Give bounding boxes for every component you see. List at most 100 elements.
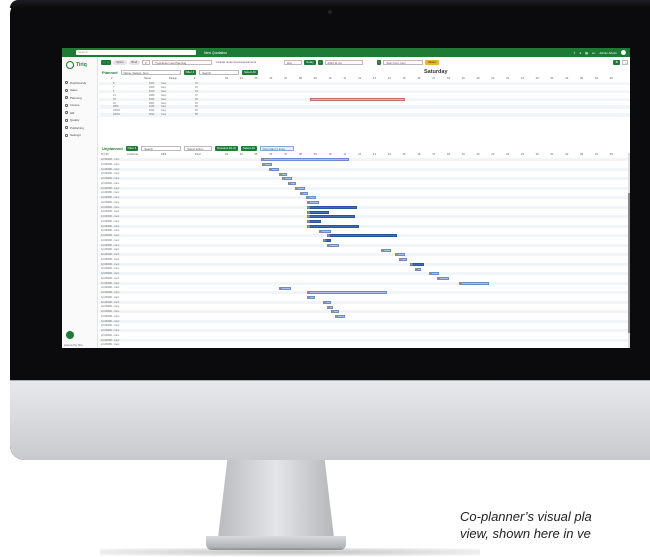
planned-select-all-button[interactable]: Select All bbox=[242, 69, 258, 75]
unplanned-search-input[interactable]: Search bbox=[141, 145, 182, 151]
group-select[interactable]: Name, Design, Item bbox=[120, 69, 181, 75]
unplanned-row[interactable]: 12-000001 - Item bbox=[99, 191, 630, 195]
unplanned-row[interactable]: 12-000001 - Item bbox=[99, 181, 630, 186]
planned-col-header[interactable]: # bbox=[111, 77, 112, 81]
sidebar-item-dashboards[interactable]: Dashboards bbox=[65, 79, 86, 87]
unplanned-col-header[interactable]: Prod bbox=[195, 153, 200, 157]
planned-row[interactable]: 6 1010 Grey 34 bbox=[99, 89, 630, 94]
unplanned-row[interactable]: 12-000001 - Item bbox=[99, 343, 630, 347]
unplanned-row[interactable]: 12-000001 - Item bbox=[99, 286, 630, 290]
unplanned-row[interactable]: 12-000001 - Item bbox=[99, 276, 630, 281]
unplanned-row[interactable]: 12-000001 - Item bbox=[99, 305, 630, 309]
planned-row[interactable]: 9 1001 Grey 13 bbox=[99, 82, 630, 86]
planned-search-input[interactable]: Search bbox=[199, 69, 240, 75]
unplanned-row[interactable]: 12-000001 - Item bbox=[99, 257, 630, 262]
unplanned-row[interactable]: 12-000001 - Item bbox=[99, 248, 630, 252]
task-handle-icon[interactable] bbox=[381, 248, 384, 252]
unplanned-row[interactable]: 12-000001 - Item bbox=[99, 310, 630, 314]
unplanned-row[interactable]: 12-000001 - Item bbox=[99, 238, 630, 243]
planned-filter-button[interactable]: Filter 4 bbox=[183, 69, 197, 75]
unplanned-row[interactable]: 12-000001 - Item bbox=[99, 333, 630, 338]
unplanned-row[interactable]: 12-000001 - Item bbox=[99, 196, 630, 200]
unplanned-task-bar[interactable] bbox=[327, 234, 397, 238]
sidebar-item-quality[interactable]: Quality bbox=[65, 117, 86, 125]
planned-row[interactable]: 16 4001 Grey 20 bbox=[99, 101, 630, 105]
unplanned-row[interactable]: 12-000001 - Item bbox=[99, 162, 630, 167]
app-logo[interactable]: Tiriq bbox=[66, 61, 87, 69]
unplanned-select-all-button[interactable]: Select All bbox=[241, 145, 257, 151]
bell-icon[interactable]: ● bbox=[579, 51, 581, 55]
unplanned-row[interactable]: 12-000001 - Item bbox=[99, 243, 630, 247]
grid-icon[interactable]: ▦ bbox=[585, 51, 588, 55]
unplanned-filter-button[interactable]: Filter 4 bbox=[125, 145, 139, 151]
view-select[interactable]: Day bbox=[284, 60, 303, 65]
task-handle-icon[interactable] bbox=[279, 172, 282, 176]
unplanned-row[interactable]: 12-000001 - Item bbox=[99, 262, 630, 266]
planned-col-header[interactable]: Name bbox=[144, 77, 151, 81]
global-search-input[interactable]: Search bbox=[76, 50, 196, 55]
unplanned-col-header[interactable]: Customer bbox=[127, 153, 138, 157]
unplanned-col-header[interactable]: Tim ID bbox=[101, 153, 109, 157]
planned-row[interactable]: 14 1086 Grey 37 bbox=[99, 93, 630, 98]
help-icon[interactable]: ? bbox=[574, 51, 576, 55]
select-action-dropdown[interactable]: Select action bbox=[184, 145, 213, 151]
task-handle-icon[interactable] bbox=[307, 210, 310, 214]
unplanned-row[interactable]: 12-000001 - Item bbox=[99, 158, 630, 162]
planned-row[interactable]: 2050 2245 Grey 40 bbox=[99, 105, 630, 109]
reset-button[interactable]: Reset bbox=[425, 60, 439, 65]
unplanned-row[interactable]: 12-000001 - Item bbox=[99, 281, 630, 285]
unplanned-task-bar[interactable] bbox=[307, 205, 357, 209]
unplanned-row[interactable]: 12-000001 - Item bbox=[99, 224, 630, 228]
over-plan-button[interactable]: Over plan (1 time) bbox=[259, 145, 294, 151]
unplanned-row[interactable]: 12-000001 - Item bbox=[99, 253, 630, 257]
unplanned-row[interactable]: 12-000001 - Item bbox=[99, 219, 630, 224]
scrollbar-thumb[interactable] bbox=[628, 193, 630, 333]
task-handle-icon[interactable] bbox=[459, 281, 462, 285]
avatar[interactable] bbox=[621, 50, 626, 55]
task-handle-icon[interactable] bbox=[307, 205, 310, 209]
planned-col-header[interactable]: # bbox=[194, 77, 195, 81]
planned-row[interactable]: 10003 3212 Grey 48 bbox=[99, 109, 630, 113]
task-handle-icon[interactable] bbox=[319, 229, 322, 233]
unplanned-task-bar[interactable] bbox=[307, 215, 355, 219]
task-handle-icon[interactable] bbox=[300, 191, 303, 195]
sidebar-item-settings[interactable]: Settings bbox=[65, 132, 86, 140]
unplanned-row[interactable]: 12-000001 - Item bbox=[99, 314, 630, 319]
language-select[interactable]: en bbox=[592, 51, 595, 55]
unplanned-row[interactable]: 12-000001 - Item bbox=[99, 167, 630, 171]
unplanned-row[interactable]: 12-000001 - Item bbox=[99, 186, 630, 190]
new-quotation-link[interactable]: New Quotation bbox=[204, 51, 227, 55]
expand-button[interactable]: □ bbox=[622, 60, 628, 65]
unplanned-row[interactable]: 12-000001 - Item bbox=[99, 215, 630, 219]
task-handle-icon[interactable] bbox=[269, 167, 272, 171]
task-handle-icon[interactable] bbox=[279, 286, 282, 290]
sidebar-item-hr[interactable]: HR bbox=[65, 109, 86, 117]
unplanned-task-bar[interactable] bbox=[459, 281, 489, 285]
user-name[interactable]: Admin Admin bbox=[599, 51, 617, 55]
nav-arrows-button[interactable]: ← → bbox=[101, 60, 112, 65]
task-handle-icon[interactable] bbox=[323, 300, 326, 304]
task-handle-icon[interactable] bbox=[327, 243, 330, 247]
task-handle-icon[interactable] bbox=[327, 305, 330, 309]
unplanned-row[interactable]: 12-000001 - Item bbox=[99, 205, 630, 209]
chat-help-button[interactable] bbox=[66, 331, 74, 339]
deselect-all-button[interactable]: Deselect All (1) bbox=[215, 145, 239, 151]
unplanned-task-bar[interactable] bbox=[307, 210, 329, 214]
planned-row[interactable]: 7 1005 Grey 23 bbox=[99, 85, 630, 90]
unplanned-row[interactable]: 12-000001 - Item bbox=[99, 172, 630, 176]
sidebar-item-invoice[interactable]: Invoice bbox=[65, 102, 86, 110]
date-input[interactable]: 2020-11-20 bbox=[324, 60, 363, 65]
unplanned-row[interactable]: 12-000001 - Item bbox=[99, 200, 630, 205]
unplanned-row[interactable]: 12-000001 - Item bbox=[99, 177, 630, 181]
unplanned-row[interactable]: 12-000001 - Item bbox=[99, 329, 630, 333]
unplanned-row[interactable]: 12-000001 - Item bbox=[99, 229, 630, 233]
task-handle-icon[interactable] bbox=[307, 224, 310, 228]
sort-select[interactable]: Start from: Item bbox=[383, 60, 424, 65]
planned-row[interactable]: 10004 4512 Grey 55 bbox=[99, 113, 630, 117]
today-button[interactable]: Today bbox=[304, 60, 316, 65]
chip-bind[interactable]: Bind bbox=[128, 60, 141, 65]
unplanned-task-bar[interactable] bbox=[261, 158, 349, 162]
unplanned-row[interactable]: 12-000001 - Item bbox=[99, 338, 630, 342]
unplanned-task-bar[interactable] bbox=[307, 224, 359, 228]
unplanned-row[interactable]: 12-000001 - Item bbox=[99, 295, 630, 300]
